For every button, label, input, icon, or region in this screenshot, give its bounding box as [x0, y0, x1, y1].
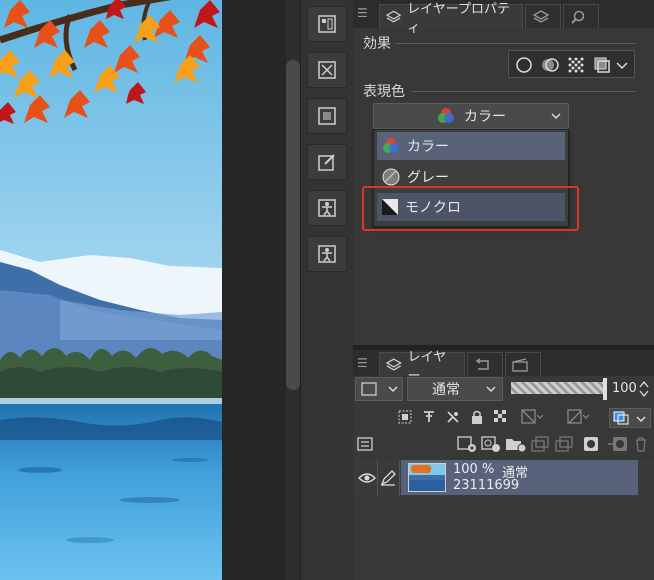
new-vector-layer-icon[interactable] — [481, 436, 501, 452]
layer-color-effect-icon[interactable] — [593, 56, 611, 74]
tab-search[interactable] — [563, 4, 599, 28]
layer-row[interactable]: 100 % 通常 23111699 — [353, 460, 654, 496]
gray-circle-icon — [382, 168, 400, 186]
border-effect-icon[interactable] — [515, 56, 533, 74]
opacity-stepper-icon[interactable] — [639, 380, 649, 398]
highlight-annotation-box — [362, 186, 579, 231]
clapper-icon — [512, 357, 528, 372]
divider — [395, 43, 635, 44]
figure-pose-icon-2[interactable] — [307, 236, 347, 272]
trash-icon[interactable] — [633, 436, 649, 452]
eye-icon[interactable] — [358, 471, 376, 485]
reference-layer-icon[interactable] — [421, 409, 437, 425]
thumbnail-leaves — [411, 465, 431, 473]
tool-property-icon[interactable] — [307, 52, 347, 88]
undo-history-icon — [475, 357, 489, 370]
opacity-slider-handle[interactable] — [603, 378, 607, 400]
transfer-lower-layer-icon[interactable] — [531, 436, 551, 452]
opacity-slider[interactable] — [511, 382, 605, 394]
chevron-down-icon — [388, 386, 398, 392]
search-icon — [571, 10, 585, 24]
chevron-down-icon[interactable] — [615, 56, 629, 74]
lock-transparency-icon[interactable] — [493, 409, 509, 425]
canvas-artwork[interactable] — [0, 0, 222, 580]
sub-view-icon[interactable] — [307, 98, 347, 134]
navigator-icon[interactable] — [307, 6, 347, 42]
layer-tab-bar: ☰ レイヤー — [353, 350, 654, 384]
create-mask-icon[interactable] — [583, 436, 599, 452]
tab-layer-property[interactable]: レイヤープロパティ — [379, 2, 523, 36]
layers-icon — [386, 10, 402, 22]
mask-enable-icon[interactable] — [521, 409, 543, 425]
canvas-margin — [222, 0, 286, 580]
divider — [411, 91, 635, 92]
draft-layer-icon[interactable] — [445, 409, 461, 425]
layer-color-swatch-icon — [613, 411, 629, 425]
clipping-icon[interactable] — [397, 409, 413, 425]
chevron-down-icon — [551, 113, 561, 120]
color-circles-icon — [383, 138, 399, 153]
layer-color-square-select[interactable] — [355, 377, 403, 401]
color-circles-icon — [438, 108, 454, 123]
apply-mask-icon[interactable] — [607, 436, 629, 452]
option-label: グレー — [407, 170, 449, 186]
edit-panel-icon[interactable] — [307, 144, 347, 180]
square-outline-icon — [361, 382, 377, 396]
layer-panel: ☰ レイヤー 通常 100 100 % 通常 23111699 — [353, 350, 654, 580]
palette-icon-column — [300, 0, 354, 580]
layers-icon — [386, 357, 402, 371]
blend-mode-select[interactable]: 通常 — [407, 377, 503, 401]
layer-thumbnail — [408, 463, 446, 492]
tab-color-layer[interactable] — [525, 4, 561, 28]
new-raster-layer-icon[interactable] — [457, 436, 477, 452]
combine-lower-layer-icon[interactable] — [555, 436, 575, 452]
opacity-value[interactable]: 100 — [612, 381, 637, 396]
layer-color-icon — [532, 9, 550, 23]
ruler-display-icon[interactable] — [567, 409, 589, 425]
tab-history[interactable] — [467, 352, 503, 376]
tab-auto-action[interactable] — [505, 352, 541, 376]
expression-color-select[interactable]: カラー — [373, 103, 569, 129]
selected-value: カラー — [464, 109, 506, 125]
panel-grip-icon[interactable]: ☰ — [357, 6, 368, 20]
divider — [399, 460, 400, 496]
vertical-scrollbar-thumb[interactable] — [286, 60, 300, 390]
layer-color-picker[interactable] — [609, 408, 651, 428]
figure-pose-icon[interactable] — [307, 190, 347, 226]
divider — [377, 460, 378, 496]
panel-tab-bar: ☰ レイヤープロパティ — [353, 0, 654, 36]
panel-menu-icon[interactable] — [357, 436, 373, 452]
blend-mode-value: 通常 — [432, 382, 460, 398]
tab-layer[interactable]: レイヤー — [379, 350, 465, 384]
pen-edit-icon[interactable] — [380, 470, 396, 486]
panel-grip-icon[interactable]: ☰ — [357, 356, 368, 370]
tone-effect-icon[interactable] — [567, 56, 585, 74]
extract-line-icon[interactable] — [541, 56, 559, 74]
layer-opacity-text: 100 % — [453, 462, 495, 477]
layer-item-selected[interactable]: 100 % 通常 23111699 — [401, 460, 638, 495]
tab-label: レイヤープロパティ — [407, 1, 510, 36]
option-color[interactable]: カラー — [377, 132, 565, 160]
chevron-down-icon — [636, 416, 646, 422]
effect-section-label: 効果 — [363, 36, 391, 52]
layer-name: 23111699 — [453, 478, 520, 493]
lock-icon[interactable] — [469, 409, 485, 425]
new-folder-icon[interactable] — [505, 436, 527, 452]
effect-selector[interactable] — [508, 50, 635, 78]
chevron-down-icon — [486, 386, 496, 392]
landscape-illustration — [0, 0, 222, 580]
option-label: カラー — [407, 139, 449, 155]
layer-property-panel: ☰ レイヤープロパティ 効果 表現色 カラー カラー グレー モノクロ — [353, 0, 654, 345]
expression-color-label: 表現色 — [363, 84, 405, 100]
